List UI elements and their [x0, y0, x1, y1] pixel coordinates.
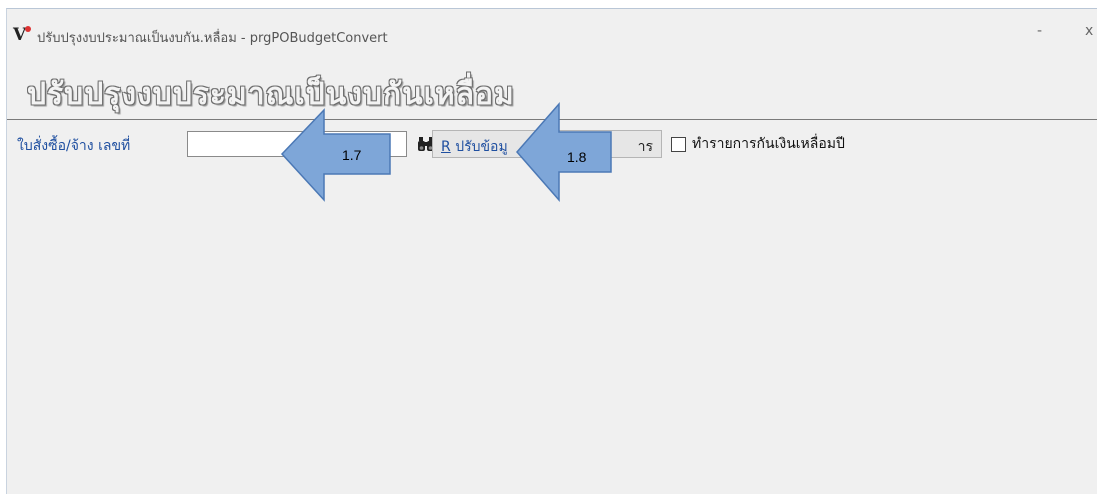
callout-label-1-7: 1.7 — [342, 147, 362, 163]
window-title: ปรับปรุงงบประมาณเป็นงบกัน.หลื่อม - prgPO… — [37, 31, 388, 46]
carry-over-checkbox[interactable] — [671, 136, 686, 152]
close-button[interactable]: x — [1085, 23, 1093, 39]
po-number-label: ใบสั่งซื้อ/จ้าง เลขที่ — [17, 138, 131, 154]
callout-arrow-1-7: 1.7 — [280, 108, 391, 202]
carry-over-label: ทำรายการกันเงินเหลื่อมปี — [692, 136, 845, 152]
page-title: ปรับปรุงงบประมาณเป็นงบกันเหลื่อม — [27, 77, 515, 112]
refresh-button-label: ปรับข้อมู — [455, 139, 508, 155]
title-bar[interactable]: V ปรับปรุงงบประมาณเป็นงบกัน.หลื่อม - prg… — [7, 9, 1097, 61]
minimize-button[interactable]: - — [1037, 23, 1042, 39]
callout-label-1-8: 1.8 — [567, 149, 587, 165]
carry-over-option[interactable]: ทำรายการกันเงินเหลื่อมปี — [671, 133, 845, 155]
app-window: V ปรับปรุงงบประมาณเป็นงบกัน.หลื่อม - prg… — [6, 8, 1097, 494]
callout-arrow-1-8: 1.8 — [516, 102, 612, 202]
refresh-hotkey: R — [441, 139, 451, 155]
app-logo-icon: V — [13, 26, 31, 44]
